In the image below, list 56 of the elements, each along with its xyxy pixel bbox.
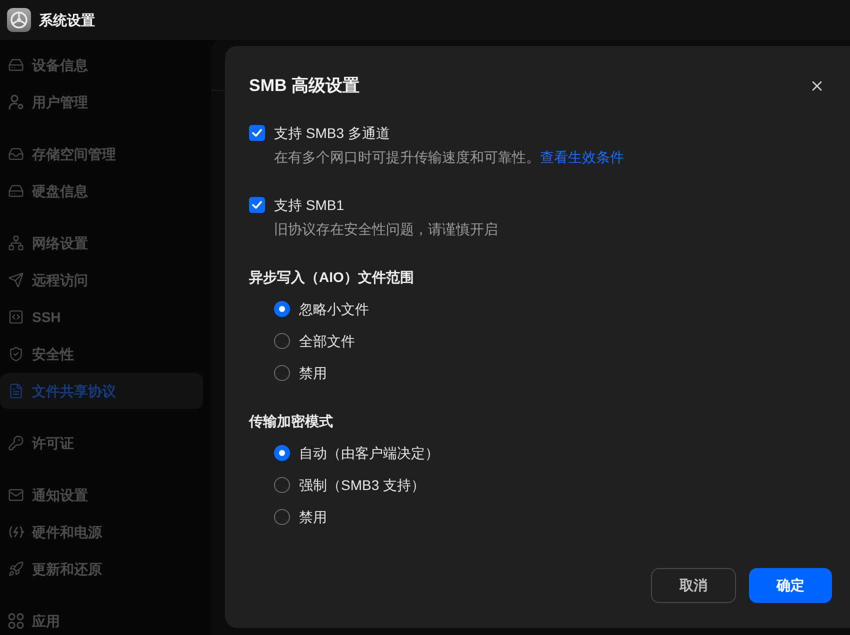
document-icon [8,383,24,399]
sidebar-item[interactable]: 硬盘信息 [0,173,203,209]
drive-icon [8,57,24,73]
radio-button[interactable] [274,477,290,493]
user-icon [8,94,24,110]
code-square-icon [8,309,24,325]
cancel-button[interactable]: 取消 [651,568,736,603]
shield-check-icon [8,346,24,362]
option-label: 全部文件 [299,332,355,351]
radio-button[interactable] [274,301,290,317]
sidebar-item[interactable]: 应用 [0,603,203,635]
sidebar-item[interactable]: 通知设置 [0,477,203,513]
radio-button[interactable] [274,365,290,381]
network-icon [8,235,24,251]
tray-icon [8,146,24,162]
bolt-icon [8,524,24,540]
grid-icon [8,613,24,629]
dialog-title: SMB 高级设置 [249,75,360,97]
paper-plane-icon [8,272,24,288]
sidebar-item[interactable]: 硬件和电源 [0,514,203,550]
sidebar-item[interactable]: 用户管理 [0,84,203,120]
option-description: 在有多个网口时可提升传输速度和可靠性。查看生效条件 [274,148,625,167]
sidebar-item[interactable]: 网络设置 [0,225,203,261]
checkbox[interactable] [249,197,265,213]
sidebar-item[interactable]: 安全性 [0,336,203,372]
option-label: 强制（SMB3 支持） [299,476,426,495]
option-description: 旧协议存在安全性问题，请谨慎开启 [274,220,499,239]
sidebar-item[interactable]: 更新和还原 [0,551,203,587]
rocket-icon [8,561,24,577]
section-heading: 传输加密模式 [249,412,334,431]
check-icon [252,201,262,209]
sidebar-item[interactable]: 设备信息 [0,47,203,83]
wheel-logo-icon [7,8,31,32]
option-label: 禁用 [299,364,327,383]
section-heading: 异步写入（AIO）文件范围 [249,268,415,287]
check-icon [252,129,262,137]
radio-button[interactable] [274,509,290,525]
conditions-link[interactable]: 查看生效条件 [540,149,624,165]
mail-icon [8,487,24,503]
key-icon [8,435,24,451]
sidebar-item[interactable]: 远程访问 [0,262,203,298]
option-label: 自动（由客户端决定） [299,444,439,463]
sidebar-item[interactable]: SSH [0,299,203,335]
radio-button[interactable] [274,333,290,349]
sidebar-item[interactable]: 存储空间管理 [0,136,203,172]
option-label: 支持 SMB3 多通道 [274,124,390,143]
option-label: 禁用 [299,508,327,527]
confirm-button[interactable]: 确定 [749,568,832,603]
checkbox[interactable] [249,125,265,141]
option-label: 支持 SMB1 [274,196,344,215]
radio-button[interactable] [274,445,290,461]
app-title: 系统设置 [39,11,95,30]
sidebar-item[interactable]: 文件共享协议 [0,373,203,409]
sidebar-item[interactable]: 许可证 [0,425,203,461]
drive-icon [8,183,24,199]
option-label: 忽略小文件 [299,300,369,319]
